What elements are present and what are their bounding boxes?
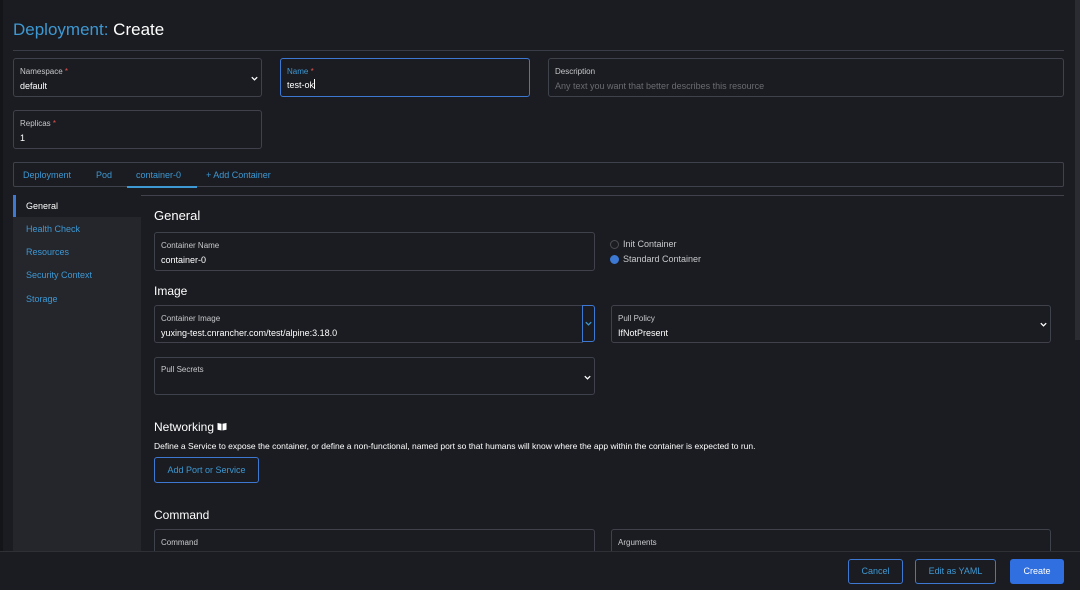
container-image-field[interactable]: Container Image yuxing-test.cnrancher.co…: [154, 305, 583, 343]
chevron-down-icon: [250, 74, 259, 83]
container-name-label: Container Name: [161, 241, 220, 250]
side-nav-active-bar: [13, 195, 16, 217]
description-placeholder: Any text you want that better describes …: [555, 81, 765, 91]
sidenav-item-security-context[interactable]: Security Context: [26, 270, 92, 280]
pull-secrets-label: Pull Secrets: [161, 365, 204, 374]
description-field[interactable]: Description Any text you want that bette…: [548, 58, 1064, 97]
namespace-label: Namespace *: [20, 67, 69, 76]
sidenav-item-general[interactable]: General: [26, 201, 58, 211]
container-name-value: container-0: [161, 255, 207, 265]
deployment-create-page: Deployment: Create Namespace * default N…: [0, 0, 1080, 590]
container-image-dropdown-button[interactable]: [582, 305, 595, 342]
networking-section-title: Networking: [154, 420, 227, 434]
cancel-button[interactable]: Cancel: [848, 559, 903, 584]
page-title-action: Create: [113, 20, 165, 39]
networking-description: Define a Service to expose the container…: [154, 441, 756, 451]
tab-deployment[interactable]: Deployment: [23, 170, 71, 180]
active-tab-indicator: [127, 186, 197, 188]
pull-policy-select[interactable]: Pull Policy IfNotPresent: [611, 305, 1051, 343]
edit-as-yaml-button[interactable]: Edit as YAML: [915, 559, 996, 584]
namespace-value: default: [20, 81, 48, 91]
page-scrollbar[interactable]: [1075, 0, 1080, 340]
book-icon: [217, 420, 227, 434]
radio-init-label: Init Container: [623, 239, 677, 249]
page-title-prefix: Deployment:: [13, 20, 109, 39]
radio-standard-dot: [610, 255, 619, 264]
container-name-field[interactable]: Container Name container-0: [154, 232, 595, 271]
name-field[interactable]: Name * test-ok: [280, 58, 530, 97]
sidenav-item-health-check[interactable]: Health Check: [26, 224, 80, 234]
general-section-title: General: [154, 208, 201, 223]
replicas-value: 1: [20, 133, 26, 143]
name-label: Name *: [287, 67, 314, 76]
create-button[interactable]: Create: [1010, 559, 1064, 584]
header-divider: [13, 50, 1064, 51]
pull-policy-label: Pull Policy: [618, 314, 655, 323]
namespace-select[interactable]: Namespace * default: [13, 58, 262, 97]
add-port-or-service-button[interactable]: Add Port or Service: [154, 457, 259, 483]
pull-policy-value: IfNotPresent: [618, 328, 669, 338]
command-section-title: Command: [154, 508, 210, 522]
pull-secrets-select[interactable]: Pull Secrets: [154, 357, 595, 395]
replicas-label: Replicas *: [20, 119, 57, 128]
chevron-down-icon: [1039, 320, 1048, 329]
sidenav-item-resources[interactable]: Resources: [26, 247, 69, 257]
page-title: Deployment: Create: [13, 20, 164, 40]
arguments-label: Arguments: [618, 538, 657, 547]
replicas-field[interactable]: Replicas * 1: [13, 110, 262, 149]
container-image-value: yuxing-test.cnrancher.com/test/alpine:3.…: [161, 328, 338, 338]
tab-container-0[interactable]: container-0: [136, 170, 181, 180]
tab-bar: Deployment Pod container-0 + Add Contain…: [13, 162, 1064, 188]
tab-add-container[interactable]: + Add Container: [206, 170, 271, 180]
footer-bar: Cancel Edit as YAML Create: [0, 551, 1080, 590]
description-label: Description: [555, 67, 596, 76]
chevron-down-icon: [583, 373, 592, 382]
left-edge: [0, 0, 3, 590]
radio-standard-label: Standard Container: [623, 254, 702, 264]
chevron-down-icon: [584, 319, 593, 328]
image-section-title: Image: [154, 284, 188, 298]
container-image-label: Container Image: [161, 314, 221, 323]
sidenav-item-storage[interactable]: Storage: [26, 294, 58, 304]
tab-pod[interactable]: Pod: [96, 170, 112, 180]
name-value: test-ok: [287, 79, 316, 90]
command-label: Command: [161, 538, 198, 547]
radio-init-dot: [610, 240, 619, 249]
